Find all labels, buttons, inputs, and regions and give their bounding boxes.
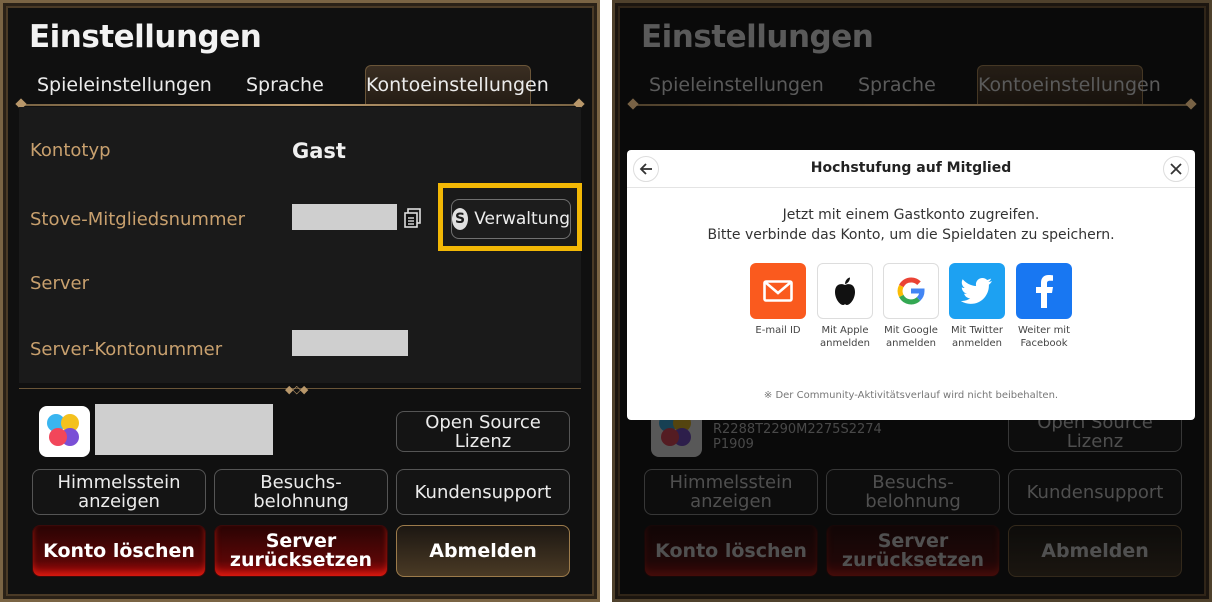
account-id-redacted (95, 404, 273, 455)
google-login-label: Mit Google anmelden (884, 325, 938, 349)
google-login-option[interactable]: Mit Google anmelden (883, 263, 939, 350)
app-logo-icon (39, 406, 90, 457)
account-type-label: Kontotyp (30, 140, 111, 161)
email-login-option[interactable]: E-mail ID (750, 263, 806, 337)
member-number-label: Stove-Mitgliedsnummer (30, 209, 245, 230)
twitter-login-option[interactable]: Mit Twitter anmelden (949, 263, 1005, 350)
member-number-redacted (292, 204, 397, 230)
apple-login-label: Mit Apple anmelden (820, 325, 870, 349)
mail-icon (763, 280, 793, 302)
google-icon (897, 277, 925, 305)
customer-support-button[interactable]: Kundensupport (396, 469, 570, 515)
facebook-icon (1036, 275, 1053, 308)
open-source-license-button[interactable]: Open Source Lizenz (396, 411, 570, 452)
tab-account-settings[interactable]: Kontoeinstellungen (365, 65, 549, 105)
modal-title: Hochstufung auf Mitglied (810, 160, 1012, 176)
server-account-label: Server-Kontonummer (30, 339, 223, 360)
stove-icon: S (452, 208, 469, 230)
modal-footnote: ※ Der Community-Aktivitätsverlauf wird n… (763, 390, 1059, 401)
twitter-icon (961, 278, 992, 304)
tab-divider (19, 104, 581, 106)
server-label: Server (30, 273, 90, 294)
settings-panel-left: Einstellungen Spieleinstellungen Sprache… (0, 0, 600, 602)
modal-message-line1: Jetzt mit einem Gastkonto zugreifen. (782, 207, 1040, 223)
modal-header: Hochstufung auf Mitglied (627, 150, 1195, 188)
facebook-login-tile[interactable] (1016, 263, 1072, 319)
tab-language[interactable]: Sprache (246, 69, 324, 105)
email-login-label: E-mail ID (755, 325, 801, 336)
google-login-tile[interactable] (883, 263, 939, 319)
server-account-redacted (292, 330, 408, 356)
apple-login-option[interactable]: Mit Apple anmelden (817, 263, 873, 350)
reset-server-button[interactable]: Server zurücksetzen (214, 525, 388, 577)
apple-icon (835, 277, 855, 305)
modal-message-line2: Bitte verbinde das Konto, um die Spielda… (707, 227, 1115, 243)
twitter-login-label: Mit Twitter anmelden (950, 325, 1004, 349)
show-skystone-button[interactable]: Himmelsstein anzeigen (32, 469, 206, 515)
close-button[interactable] (1163, 156, 1189, 182)
upgrade-member-modal: Hochstufung auf Mitglied Jetzt mit einem… (627, 150, 1195, 420)
account-type-value: Gast (292, 139, 346, 163)
delete-account-button[interactable]: Konto löschen (32, 525, 206, 577)
close-icon (1170, 163, 1182, 175)
facebook-login-label: Weiter mit Facebook (1017, 325, 1071, 349)
twitter-login-tile[interactable] (949, 263, 1005, 319)
visit-reward-button[interactable]: Besuchs-belohnung (214, 469, 388, 515)
page-title: Einstellungen (29, 19, 262, 55)
copy-icon[interactable] (404, 208, 422, 228)
apple-login-tile[interactable] (817, 263, 873, 319)
manage-button[interactable]: S Verwaltung (451, 199, 571, 239)
manage-button-label: Verwaltung (474, 209, 570, 229)
divider-ornament-icon: ◆◇◆ (285, 384, 308, 396)
logout-button[interactable]: Abmelden (396, 525, 570, 577)
tab-game-settings[interactable]: Spieleinstellungen (37, 69, 212, 105)
facebook-login-option[interactable]: Weiter mit Facebook (1016, 263, 1072, 350)
email-login-tile[interactable] (750, 263, 806, 319)
